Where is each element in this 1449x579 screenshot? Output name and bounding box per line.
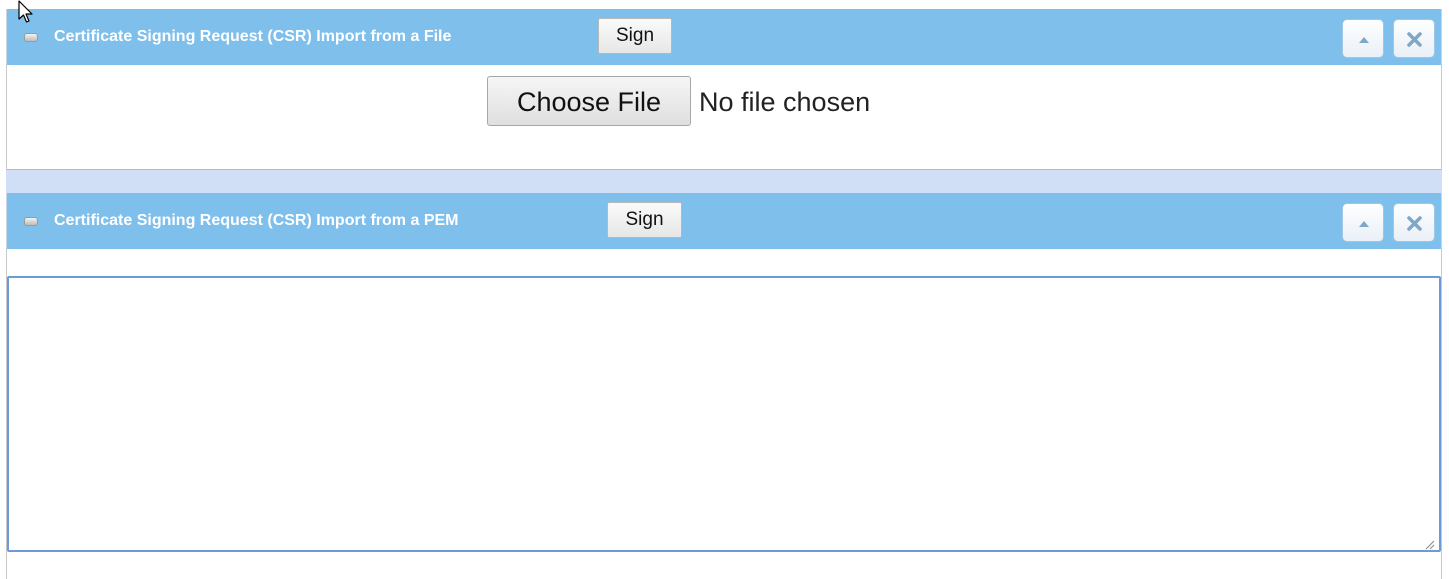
sign-file-button[interactable]: Sign [598, 18, 672, 54]
csr-pem-panel-body [6, 249, 1442, 579]
choose-file-button[interactable]: Choose File [487, 76, 691, 126]
sign-pem-button[interactable]: Sign [607, 202, 682, 238]
file-status-text: No file chosen [699, 87, 871, 117]
close-icon [1407, 32, 1422, 47]
csr-file-panel-header: Certificate Signing Request (CSR) Import… [6, 9, 1442, 65]
bullet-icon [24, 217, 38, 226]
mouse-pointer-icon [18, 0, 33, 23]
panel-separator [6, 170, 1442, 193]
chevron-up-icon [1359, 221, 1369, 227]
pem-textarea[interactable] [7, 276, 1441, 552]
csr-file-panel-body: Choose File No file chosen [6, 65, 1442, 170]
chevron-up-icon [1359, 37, 1369, 43]
csr-pem-panel-header: Certificate Signing Request (CSR) Import… [6, 193, 1442, 249]
csr-file-panel-title: Certificate Signing Request (CSR) Import… [54, 28, 452, 45]
close-icon [1407, 216, 1422, 231]
resize-grip-icon[interactable] [1425, 540, 1435, 550]
page: Certificate Signing Request (CSR) Import… [0, 0, 1449, 579]
collapse-file-panel-button[interactable] [1342, 19, 1384, 58]
csr-pem-panel-title: Certificate Signing Request (CSR) Import… [54, 212, 459, 229]
close-pem-panel-button[interactable] [1393, 203, 1435, 242]
close-file-panel-button[interactable] [1393, 19, 1435, 58]
collapse-pem-panel-button[interactable] [1342, 203, 1384, 242]
bullet-icon [24, 33, 38, 42]
